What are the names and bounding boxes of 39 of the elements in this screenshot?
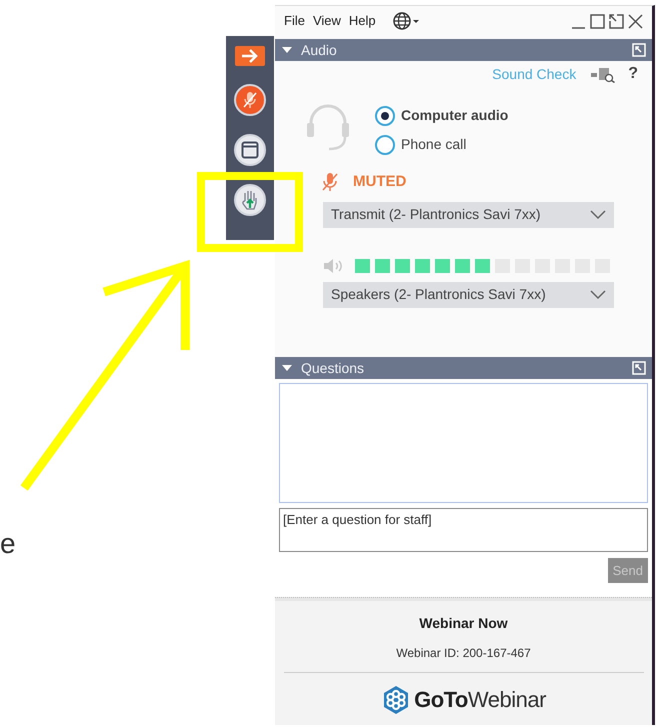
globe-icon [392, 12, 421, 30]
monitor-search-icon[interactable] [590, 65, 616, 83]
section-header[interactable]: Questions [275, 357, 652, 379]
section-title: Questions [301, 358, 364, 378]
mute-button[interactable] [234, 84, 266, 116]
chevron-down-icon [590, 210, 606, 220]
popout-icon[interactable] [608, 12, 625, 30]
question-input[interactable]: [Enter a question for staff] [279, 508, 648, 552]
dropdown-value: Speakers (2- Plantronics Savi 7xx) [331, 285, 546, 304]
side-text: e [0, 530, 16, 558]
webinar-id: Webinar ID: 200-167-467 [396, 645, 531, 662]
chevron-down-icon [590, 290, 606, 300]
arrow-icon [241, 49, 259, 63]
window-icon [241, 141, 259, 159]
dropdown-value: Transmit (2- Plantronics Savi 7xx) [331, 205, 541, 224]
window-button[interactable] [234, 134, 266, 166]
muted-mic-icon [242, 91, 258, 109]
section-title: Audio [301, 40, 337, 60]
radio-option[interactable]: Computer audio [375, 105, 508, 126]
device-dropdown[interactable]: Transmit (2- Plantronics Savi 7xx) [323, 202, 614, 228]
product-logo-text: GoToWebinar [414, 686, 546, 714]
language-button[interactable] [392, 12, 421, 30]
raise-hand-button[interactable] [234, 184, 266, 216]
radio-button[interactable] [375, 106, 395, 126]
menu-item[interactable]: View [312, 11, 342, 31]
hand-icon [241, 190, 259, 210]
mic-status: MUTED [353, 172, 406, 192]
arrow-button[interactable] [235, 46, 265, 66]
menu-item[interactable]: File [283, 11, 306, 31]
device-dropdown[interactable]: Speakers (2- Plantronics Savi 7xx) [323, 282, 614, 308]
menu-item[interactable]: Help [348, 11, 377, 31]
speaker-icon [323, 258, 345, 274]
section-header[interactable]: Audio [275, 39, 652, 61]
radio-button[interactable] [375, 134, 395, 154]
maximize-icon[interactable] [589, 12, 606, 30]
help-button[interactable]: ? [628, 62, 638, 86]
radio-option[interactable]: Phone call [375, 134, 508, 155]
webinar-title: Webinar Now [419, 614, 508, 633]
close-icon[interactable] [627, 12, 644, 30]
